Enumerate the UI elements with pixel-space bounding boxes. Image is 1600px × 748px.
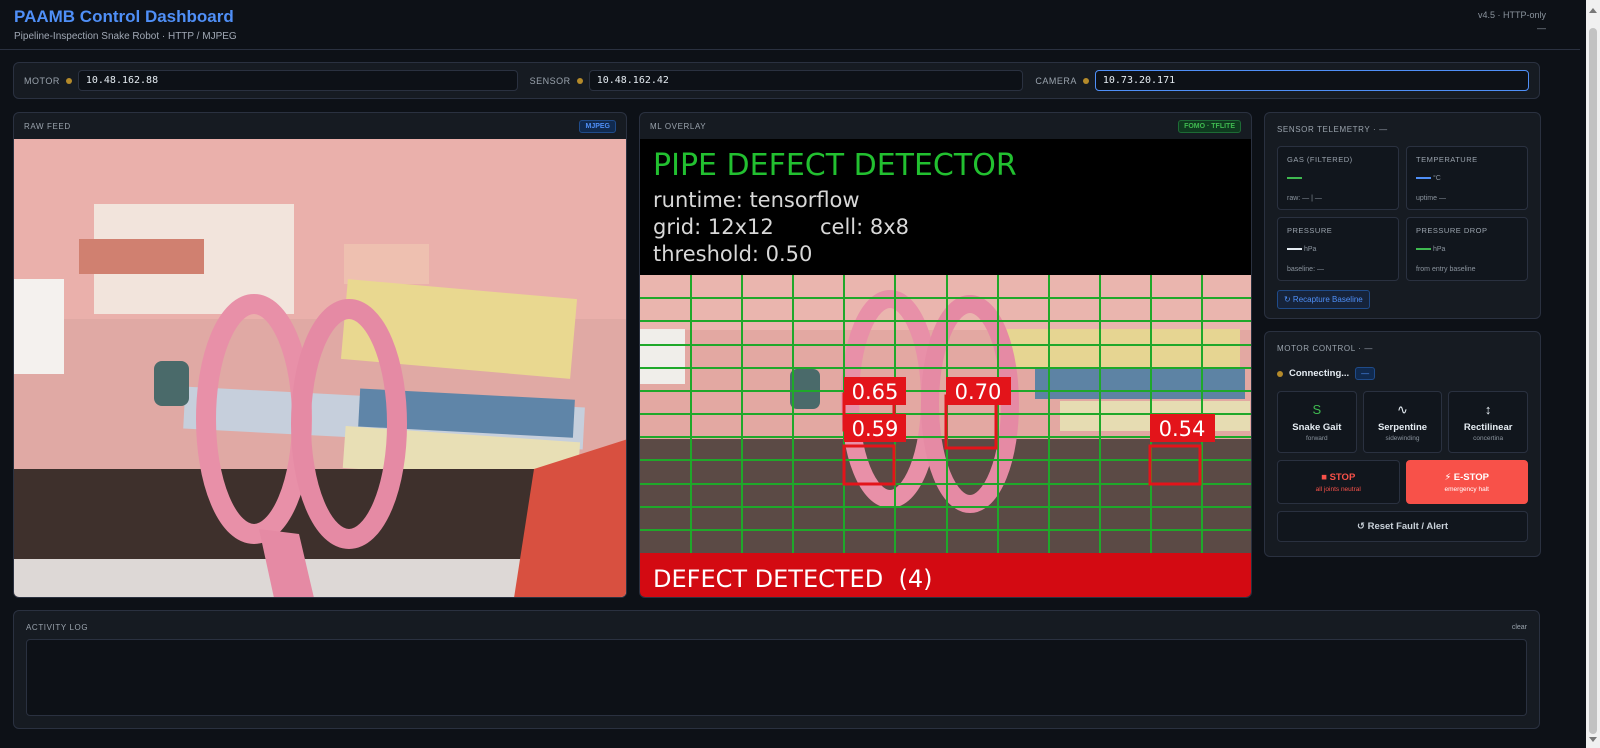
motor-ip-group: MOTOR — [24, 70, 518, 91]
connection-status-dot — [1277, 370, 1283, 377]
scroll-down-icon[interactable] — [1589, 737, 1597, 742]
estop-sub: emergency halt — [1444, 485, 1489, 493]
sensor-status-dot — [576, 77, 583, 84]
activity-log-panel: ACTIVITY LOG clear — [13, 610, 1540, 729]
scroll-up-icon[interactable] — [1589, 8, 1597, 13]
estop-label: ⚡ E-STOP — [1444, 471, 1489, 483]
recapture-baseline-button[interactable]: ↻ Recapture Baseline — [1277, 290, 1370, 309]
overlay-grid-text: grid: 12x12 — [653, 215, 774, 239]
pressure-drop-value: hPa — [1416, 244, 1518, 254]
uptime-value: uptime — — [1416, 195, 1446, 202]
camera-ip-label: CAMERA — [1035, 75, 1077, 86]
svg-text:0.70: 0.70 — [955, 380, 1002, 404]
motor-status-dot — [65, 77, 72, 84]
snake-gait-icon: S — [1312, 402, 1322, 417]
connection-status: Connecting... — [1289, 368, 1350, 379]
camera-ip-group: CAMERA — [1035, 70, 1530, 91]
gas-label: GAS (FILTERED) — [1287, 155, 1353, 164]
header: PAAMB Control Dashboard Pipeline-Inspect… — [0, 0, 1580, 50]
temperature-unit: °C — [1433, 174, 1441, 182]
svg-text:0.59: 0.59 — [852, 417, 899, 441]
rectilinear-label: Rectilinear — [1463, 422, 1513, 433]
serpentine-button[interactable]: ∿ Serpentine sidewinding — [1362, 391, 1443, 453]
svg-text:0.65: 0.65 — [852, 380, 899, 404]
scroll-thumb[interactable] — [1589, 28, 1597, 734]
page-scrollbar[interactable] — [1586, 0, 1600, 748]
pressure-drop-sub: from entry baseline — [1416, 266, 1476, 273]
temperature-label: TEMPERATURE — [1416, 155, 1478, 164]
motor-control-title: MOTOR CONTROL · — — [1277, 344, 1373, 353]
sensor-ip-label: SENSOR — [529, 75, 571, 86]
clear-log-button[interactable]: clear — [1512, 624, 1527, 631]
camera-status-dot — [1082, 77, 1089, 84]
detection-label-1: 0.65 — [844, 377, 906, 405]
overlay-cell-text: cell: 8x8 — [820, 215, 909, 239]
raw-feed-title: RAW FEED — [24, 121, 71, 131]
telemetry-title: SENSOR TELEMETRY · — — [1277, 125, 1388, 134]
snake-gait-label: Snake Gait — [1292, 422, 1342, 433]
temperature-tile: TEMPERATURE °C uptime — — [1406, 146, 1528, 210]
activity-log-title: ACTIVITY LOG — [26, 623, 89, 632]
gas-value — [1287, 173, 1389, 183]
pressure-value: hPa — [1287, 244, 1389, 254]
gas-raw: raw: — | — — [1287, 195, 1322, 202]
rectilinear-sub: concertina — [1473, 435, 1504, 442]
motor-ip-label: MOTOR — [24, 75, 60, 86]
pressure-unit: hPa — [1304, 245, 1317, 253]
version-info: v4.5 · HTTP-only — — [1478, 10, 1546, 33]
ip-bar: MOTOR SENSOR CAMERA — [13, 62, 1540, 99]
app-subtitle: Pipeline-Inspection Snake Robot · HTTP /… — [14, 31, 237, 42]
ml-overlay-title: ML OVERLAY — [650, 121, 707, 131]
temperature-value: °C — [1416, 173, 1518, 183]
rectilinear-icon: ↕ — [1484, 402, 1492, 417]
snake-gait-sub: forward — [1305, 435, 1328, 442]
rectilinear-button[interactable]: ↕ Rectilinear concertina — [1448, 391, 1528, 453]
stop-label: ■ STOP — [1321, 471, 1356, 483]
stop-button[interactable]: ■ STOP all joints neutral — [1277, 460, 1400, 504]
gas-tile: GAS (FILTERED) raw: — | — — [1277, 146, 1399, 210]
estop-button[interactable]: ⚡ E-STOP emergency halt — [1405, 460, 1528, 504]
overlay-runtime-text: runtime: tensorflow — [653, 188, 860, 212]
pressure-baseline: baseline: — — [1287, 266, 1324, 273]
stop-sub: all joints neutral — [1315, 485, 1361, 493]
reset-fault-button[interactable]: ↺ Reset Fault / Alert — [1277, 511, 1528, 542]
serpentine-sub: sidewinding — [1385, 435, 1420, 442]
mjpeg-badge: MJPEG — [579, 119, 616, 133]
ml-overlay-image: PIPE DEFECT DETECTOR runtime: tensorflow… — [640, 139, 1251, 597]
overlay-title-text: PIPE DEFECT DETECTOR — [653, 148, 1017, 183]
motor-control-panel: MOTOR CONTROL · — Connecting... — S Snak… — [1264, 331, 1541, 557]
pressure-drop-unit: hPa — [1433, 245, 1446, 253]
sensor-ip-group: SENSOR — [530, 70, 1024, 91]
defect-detected-banner: DEFECT DETECTED (4) — [653, 565, 932, 593]
serpentine-label: Serpentine — [1377, 422, 1428, 433]
detection-label-2: 0.70 — [946, 377, 1011, 405]
motor-ip-input[interactable] — [77, 70, 518, 91]
sensor-ip-input[interactable] — [588, 70, 1024, 91]
raw-feed-image — [14, 139, 626, 597]
connection-badge: — — [1355, 367, 1376, 380]
overlay-threshold-text: threshold: 0.50 — [653, 242, 812, 266]
serpentine-icon: ∿ — [1397, 402, 1408, 417]
detection-label-3: 0.59 — [844, 414, 906, 442]
pressure-label: PRESSURE — [1287, 226, 1333, 235]
raw-feed-panel: RAW FEED MJPEG — [13, 112, 627, 598]
sensor-telemetry-panel: SENSOR TELEMETRY · — GAS (FILTERED) raw:… — [1264, 112, 1541, 319]
activity-log-body — [26, 639, 1527, 716]
pressure-drop-label: PRESSURE DROP — [1416, 226, 1488, 235]
app-title: PAAMB Control Dashboard — [14, 7, 234, 26]
fomo-tflite-badge: FOMO · TFLITE — [1178, 119, 1241, 133]
pressure-tile: PRESSURE hPa baseline: — — [1277, 217, 1399, 281]
svg-text:0.54: 0.54 — [1159, 417, 1206, 441]
snake-gait-button[interactable]: S Snake Gait forward — [1277, 391, 1357, 453]
header-status: — — [1537, 23, 1546, 33]
version-label: v4.5 · HTTP-only — [1477, 10, 1546, 20]
detection-label-4: 0.54 — [1150, 414, 1215, 442]
ml-overlay-panel: ML OVERLAY FOMO · TFLITE PIPE DEFECT DET… — [639, 112, 1252, 598]
camera-ip-input[interactable] — [1094, 70, 1530, 91]
pressure-drop-tile: PRESSURE DROP hPa from entry baseline — [1406, 217, 1528, 281]
